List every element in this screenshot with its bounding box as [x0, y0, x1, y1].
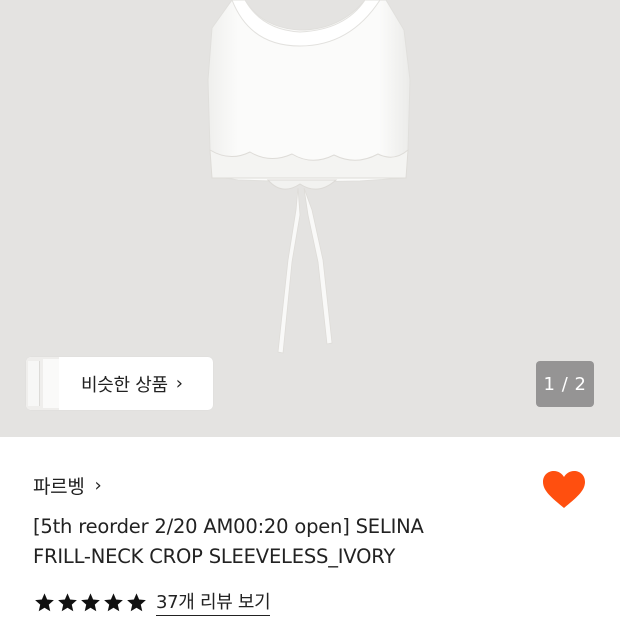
brand-name: 파르벵 — [33, 476, 85, 498]
heart-icon — [543, 471, 585, 508]
star-icon — [81, 592, 100, 611]
chevron-right-icon: › — [94, 475, 102, 496]
similar-product-thumbnail — [26, 357, 59, 410]
similar-products-button[interactable]: 비슷한 상품 › — [26, 357, 213, 410]
image-pager-indicator: 1 / 2 — [536, 361, 594, 407]
rating-row: 37개 리뷰 보기 — [34, 588, 271, 616]
star-icon — [127, 592, 146, 611]
star-icon — [58, 592, 77, 611]
star-icon — [35, 592, 54, 611]
product-title: [5th reorder 2/20 AM00:20 open] SELINA F… — [33, 512, 503, 572]
star-icon — [104, 592, 123, 611]
star-rating — [34, 592, 147, 613]
product-title-line-1: [5th reorder 2/20 AM00:20 open] SELINA — [33, 515, 424, 538]
product-title-line-2: FRILL-NECK CROP SLEEVELESS_IVORY — [33, 545, 396, 568]
chevron-right-icon: › — [175, 373, 183, 394]
product-image-carousel[interactable]: 비슷한 상품 › 1 / 2 — [0, 0, 620, 437]
brand-link[interactable]: 파르벵 › — [33, 472, 102, 499]
wishlist-heart-button[interactable] — [542, 470, 586, 510]
review-link[interactable]: 37개 리뷰 보기 — [156, 588, 271, 616]
similar-products-label: 비슷한 상품 — [81, 374, 168, 396]
